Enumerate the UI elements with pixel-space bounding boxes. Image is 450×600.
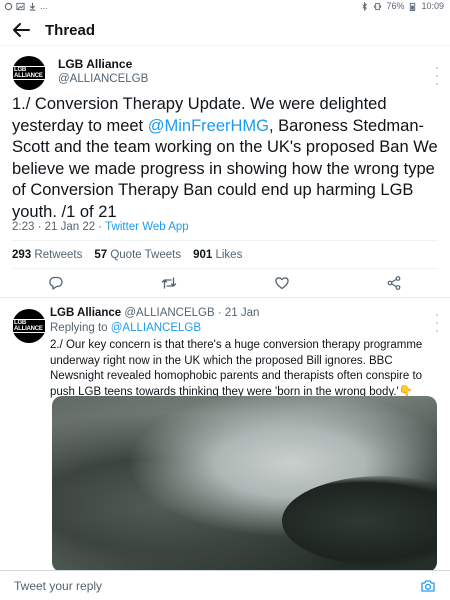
status-bar-system: 76% 10:09 (360, 1, 444, 11)
retweets-label: Retweets (34, 249, 83, 261)
avatar-logo-text: LGB ALLIANCE (12, 319, 46, 333)
camera-icon[interactable] (420, 578, 436, 594)
retweets-stat[interactable]: 293 Retweets (12, 249, 82, 261)
retweets-count: 293 (12, 249, 32, 261)
likes-label: Likes (215, 249, 243, 261)
thread-header: Thread (0, 14, 450, 46)
sync-icon (4, 2, 13, 10)
status-more-text: ... (40, 1, 48, 11)
tweet-source-link[interactable]: Twitter Web App (105, 221, 189, 233)
tweet-timestamp[interactable]: 2:23 · 21 Jan 22 · (12, 221, 105, 233)
reply-input[interactable]: Tweet your reply (14, 579, 102, 593)
retweet-icon[interactable] (161, 275, 177, 291)
tweet-text: 1./ Conversion Therapy Update. We were d… (12, 94, 440, 223)
author-handle[interactable]: @ALLIANCELGB (58, 73, 148, 85)
back-arrow-icon[interactable] (10, 20, 32, 40)
likes-stat[interactable]: 901 Likes (193, 249, 242, 261)
tweet-video-thumbnail[interactable] (52, 396, 437, 572)
share-icon[interactable] (386, 275, 402, 291)
image-notification-icon (16, 2, 25, 10)
reply-more-icon[interactable]: · · · (430, 308, 444, 336)
reply-composer-bar: Tweet your reply (0, 570, 450, 600)
author-name[interactable]: LGB Alliance (58, 57, 132, 71)
reply-author-name[interactable]: LGB Alliance (50, 307, 121, 319)
bluetooth-icon (362, 1, 368, 11)
battery-percent: 76% (386, 1, 405, 11)
reply-text-body: 2./ Our key concern is that there's a hu… (50, 339, 423, 398)
vibrate-icon (374, 2, 382, 10)
replying-prefix: Replying to (50, 322, 111, 334)
reply-header: LGB Alliance @ALLIANCELGB · 21 Jan (50, 307, 259, 319)
quotes-count: 57 (94, 249, 108, 261)
reply-avatar[interactable]: LGB ALLIANCE (12, 309, 46, 343)
replying-handle-link[interactable]: @ALLIANCELGB (111, 322, 201, 334)
tweet-stats: 293 Retweets 57 Quote Tweets 901 Likes (12, 249, 242, 261)
reply-handle-date[interactable]: @ALLIANCELGB · 21 Jan (124, 307, 259, 319)
quote-tweets-stat[interactable]: 57 Quote Tweets (94, 249, 181, 261)
page-title: Thread (45, 22, 96, 39)
more-icon[interactable]: · · · (430, 61, 444, 89)
divider (12, 268, 438, 269)
divider (0, 297, 450, 298)
divider (12, 240, 438, 241)
mention-link[interactable]: @MinFreerHMG (148, 117, 269, 135)
download-icon (29, 2, 36, 11)
reply-icon[interactable] (48, 275, 64, 291)
clock: 10:09 (421, 1, 444, 11)
media-shadow (282, 476, 437, 566)
likes-count: 901 (193, 249, 213, 261)
avatar[interactable]: LGB ALLIANCE (12, 56, 46, 90)
status-bar: ... 76% 10:09 (0, 0, 450, 14)
avatar-logo-text: LGB ALLIANCE (12, 66, 46, 80)
tweet-meta: 2:23 · 21 Jan 22 · Twitter Web App (12, 221, 189, 233)
like-icon[interactable] (274, 275, 290, 291)
quotes-label: Quote Tweets (110, 249, 182, 261)
battery-icon (410, 2, 416, 11)
replying-to: Replying to @ALLIANCELGB (50, 322, 201, 334)
status-bar-notifications: ... (4, 1, 48, 11)
reply-tweet-text: 2./ Our key concern is that there's a hu… (50, 338, 436, 400)
